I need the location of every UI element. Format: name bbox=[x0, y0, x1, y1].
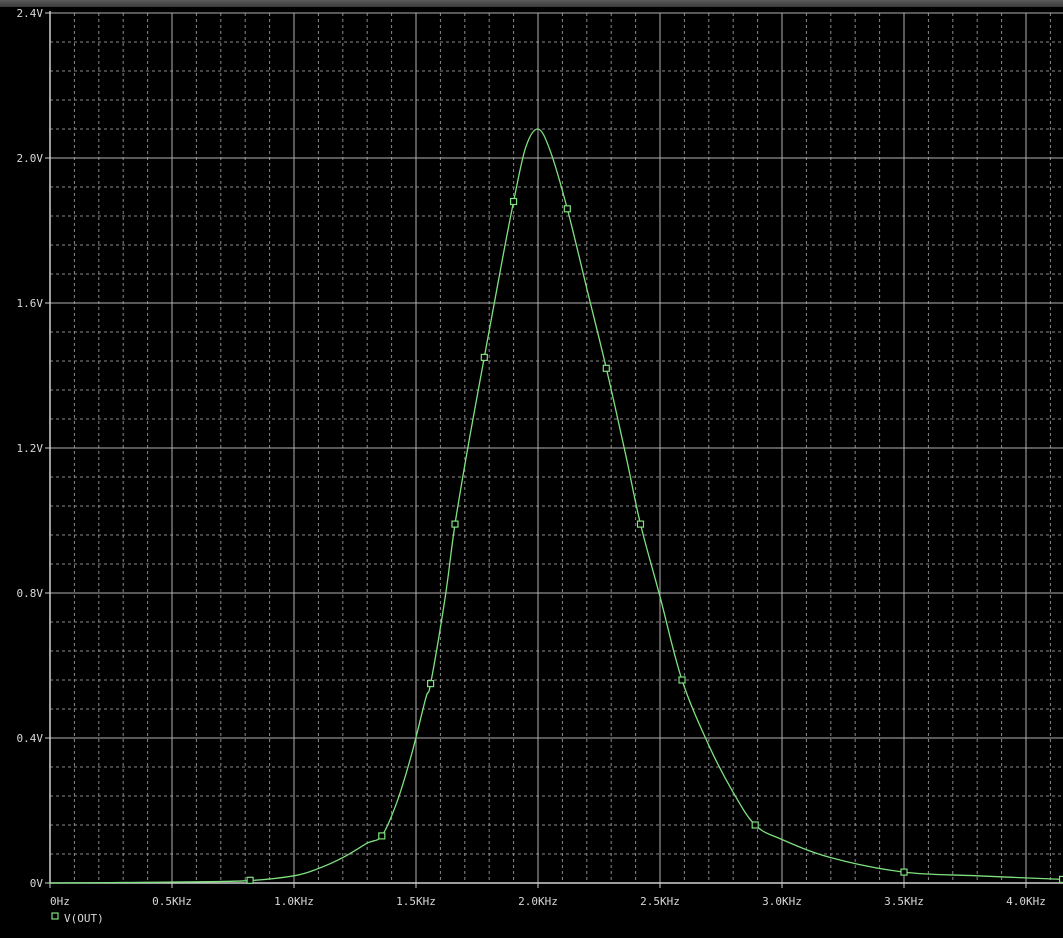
series-marker-point bbox=[451, 520, 459, 528]
x-tick-label: 1.0KHz bbox=[274, 895, 314, 908]
x-tick-label: 4.0KHz bbox=[1006, 895, 1046, 908]
series-markers bbox=[246, 197, 1063, 884]
y-tick-label: 0.4V bbox=[17, 732, 44, 745]
series-marker-point bbox=[427, 679, 435, 688]
y-tick-label: 2.4V bbox=[17, 7, 44, 20]
series-marker-point bbox=[378, 832, 386, 840]
series-marker-point bbox=[602, 364, 610, 372]
series-marker-point bbox=[900, 868, 908, 876]
series-marker-point bbox=[678, 676, 686, 684]
x-tick-label: 3.5KHz bbox=[884, 895, 924, 908]
series-marker-point bbox=[636, 520, 645, 528]
x-tick-label: 0Hz bbox=[50, 895, 70, 908]
y-tick-label: 0.8V bbox=[17, 587, 44, 600]
y-axis-ticks: 0V 0.4V 0.8V 1.2V 1.6V 2.0V 2.4V bbox=[17, 7, 50, 890]
plot-area: 0V 0.4V 0.8V 1.2V 1.6V 2.0V 2.4V 0Hz 0.5KHz 1.0K… bbox=[17, 7, 1063, 925]
x-tick-label: 2.5KHz bbox=[640, 895, 680, 908]
y-tick-label: 1.6V bbox=[17, 297, 44, 310]
legend-marker-square bbox=[51, 912, 59, 920]
series-marker-point bbox=[563, 205, 571, 213]
x-tick-label: 1.5KHz bbox=[396, 895, 436, 908]
series-marker-point bbox=[480, 353, 488, 361]
y-tick-label: 0V bbox=[30, 877, 44, 890]
y-tick-label: 1.2V bbox=[17, 442, 44, 455]
axes bbox=[49, 11, 1063, 884]
x-tick-label: 0.5KHz bbox=[152, 895, 192, 908]
grid bbox=[50, 12, 1063, 883]
x-tick-label: 2.0KHz bbox=[518, 895, 558, 908]
series-marker-point bbox=[510, 197, 518, 206]
y-tick-label: 2.0V bbox=[17, 152, 44, 165]
series-marker-point bbox=[246, 876, 254, 884]
legend-label-v-out: V(OUT) bbox=[64, 912, 104, 925]
x-axis-ticks: 0Hz 0.5KHz 1.0KHz 1.5KHz 2.0KHz 2.5KHz 3.0KHz 3… bbox=[49, 883, 1046, 908]
legend: V(OUT) bbox=[51, 912, 104, 925]
x-tick-label: 3.0KHz bbox=[762, 895, 802, 908]
series-marker-point bbox=[751, 821, 759, 829]
series-marker-point bbox=[1058, 875, 1063, 884]
